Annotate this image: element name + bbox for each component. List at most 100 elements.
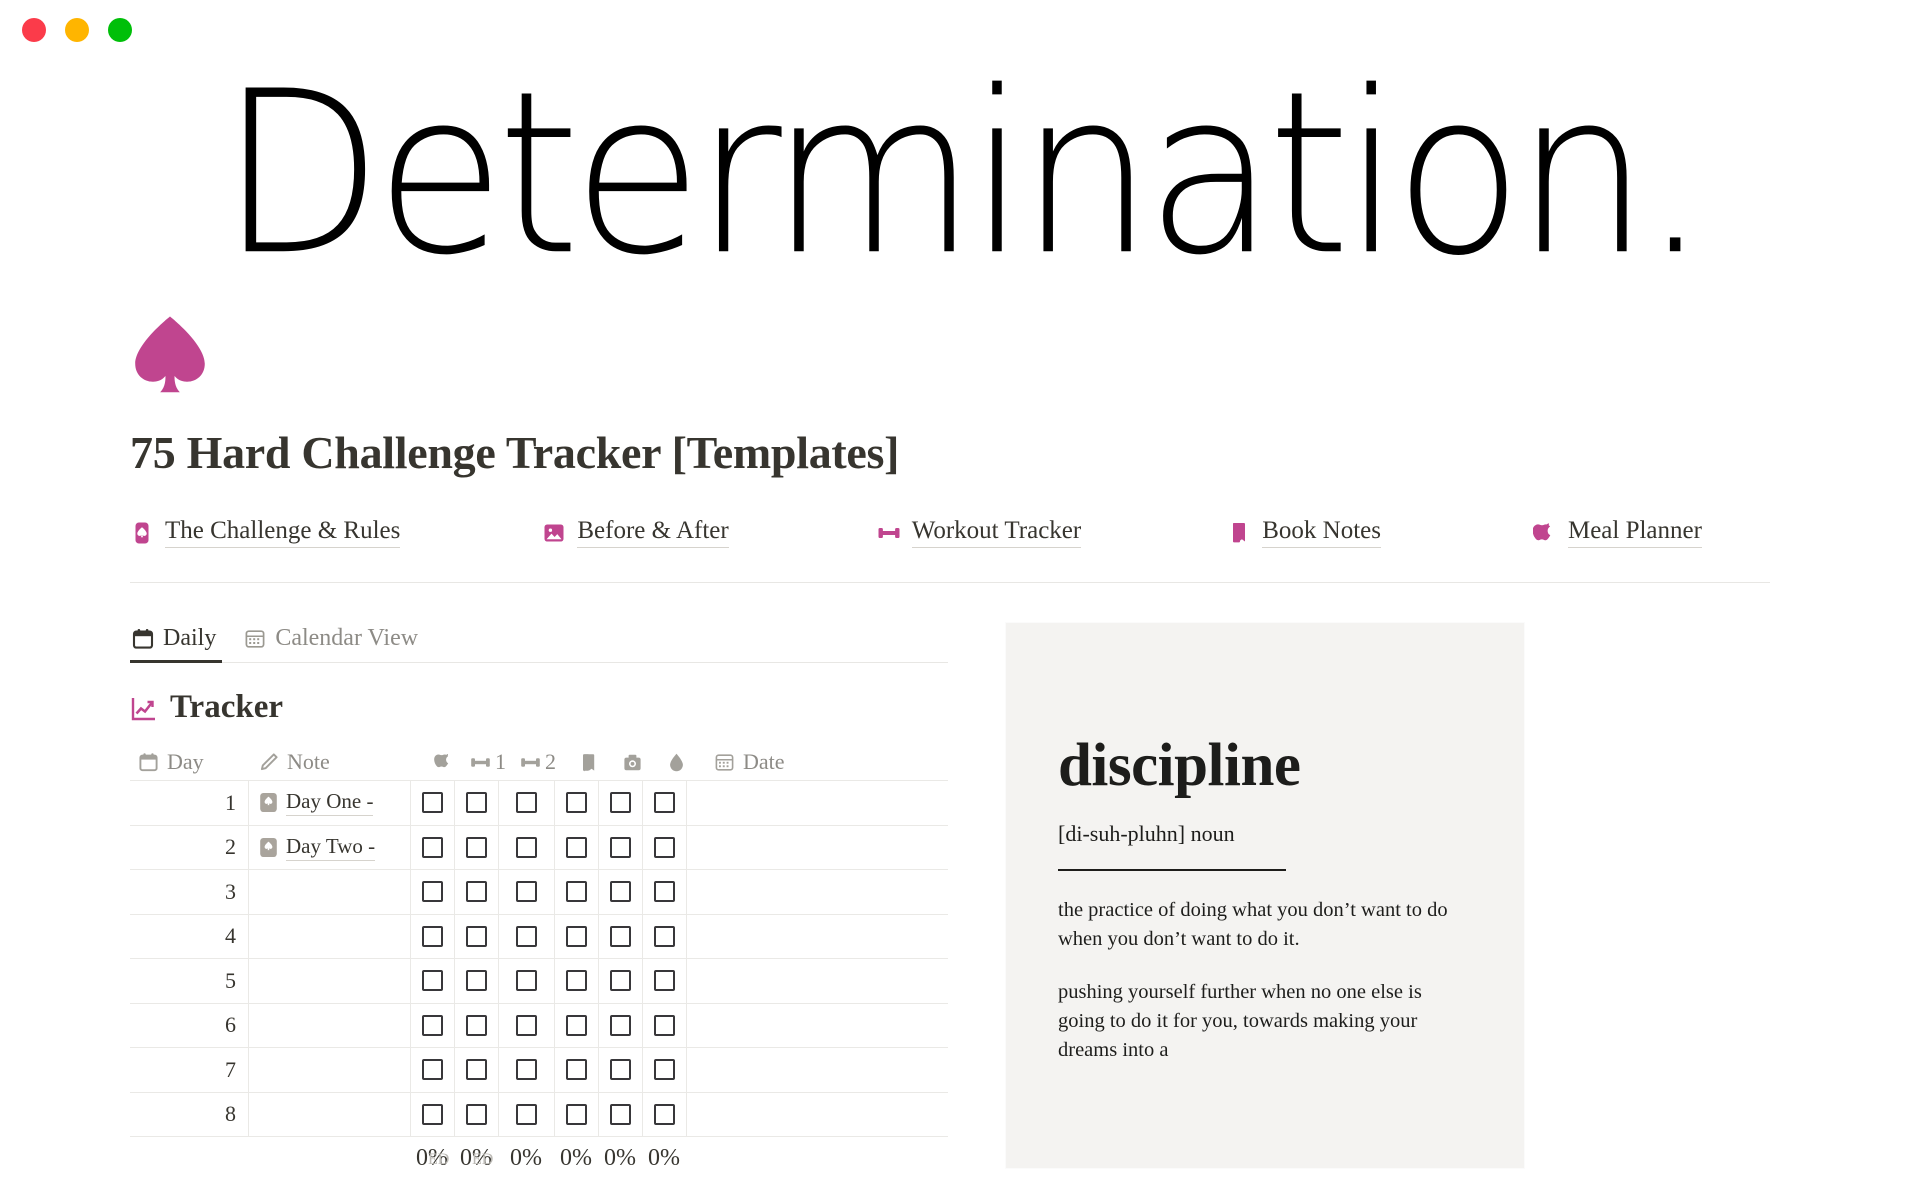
checkbox-workout-1[interactable] (466, 970, 487, 992)
checkbox-water[interactable] (654, 925, 675, 947)
checkbox-read[interactable] (566, 1103, 587, 1125)
footer-percent-water[interactable]: 0% (642, 1145, 686, 1172)
checkbox-workout-2[interactable] (516, 836, 537, 858)
checkbox-photo[interactable] (610, 1103, 631, 1125)
cell-read (554, 959, 598, 1003)
cell-note[interactable] (248, 870, 410, 914)
pencil-icon (258, 752, 279, 773)
checkbox-workout-2[interactable] (516, 925, 537, 947)
checkbox-workout-2[interactable] (516, 792, 537, 814)
cell-date[interactable] (686, 870, 872, 914)
checkbox-photo[interactable] (610, 925, 631, 947)
tab-daily[interactable]: Daily (130, 623, 223, 663)
table-row: 5 (130, 958, 948, 1003)
cell-note[interactable] (248, 1092, 410, 1136)
nav-link-meal-planner[interactable]: Meal Planner (1532, 517, 1702, 548)
window-minimize-button[interactable] (65, 18, 89, 42)
column-header-photo[interactable] (610, 752, 654, 773)
checkbox-workout-2[interactable] (516, 1103, 537, 1125)
checkbox-water[interactable] (654, 881, 675, 903)
checkbox-read[interactable] (566, 836, 587, 858)
checkbox-read[interactable] (566, 925, 587, 947)
cell-note[interactable]: Day Two - (248, 825, 410, 869)
checkbox-read[interactable] (566, 1014, 587, 1036)
nav-link-book-notes[interactable]: Book Notes (1227, 517, 1381, 548)
checkbox-workout-1[interactable] (466, 1014, 487, 1036)
cell-date[interactable] (686, 1048, 872, 1092)
checkbox-water[interactable] (654, 970, 675, 992)
checkbox-water[interactable] (654, 1014, 675, 1036)
checkbox-photo[interactable] (610, 792, 631, 814)
checkbox-diet[interactable] (422, 792, 443, 814)
column-header-workout-2[interactable]: 2 (510, 749, 566, 775)
checkbox-diet[interactable] (422, 836, 443, 858)
cell-note[interactable] (248, 1003, 410, 1047)
checkbox-water[interactable] (654, 792, 675, 814)
cell-workout-1 (454, 781, 498, 825)
cell-date[interactable] (686, 781, 872, 825)
checkbox-workout-1[interactable] (466, 881, 487, 903)
cell-date[interactable] (686, 1092, 872, 1136)
checkbox-photo[interactable] (610, 1059, 631, 1081)
checkbox-workout-1[interactable] (466, 1103, 487, 1125)
cell-note[interactable] (248, 914, 410, 958)
checkbox-workout-1[interactable] (466, 1059, 487, 1081)
cell-date[interactable] (686, 825, 872, 869)
tab-calendar-view[interactable]: Calendar View (242, 623, 424, 662)
checkbox-diet[interactable] (422, 1059, 443, 1081)
column-header-date[interactable]: Date (698, 749, 848, 775)
checkbox-diet[interactable] (422, 881, 443, 903)
checkbox-photo[interactable] (610, 970, 631, 992)
cell-date[interactable] (686, 1003, 872, 1047)
checkbox-photo[interactable] (610, 836, 631, 858)
discipline-definition-image[interactable]: discipline [di-suh-pluhn] noun the pract… (1006, 623, 1524, 1168)
column-header-water[interactable] (654, 752, 698, 773)
checkbox-read[interactable] (566, 1059, 587, 1081)
nav-link-workout-tracker[interactable]: Workout Tracker (877, 517, 1082, 548)
cell-workout-1 (454, 825, 498, 869)
footer-percent-photo[interactable]: 0% (598, 1145, 642, 1172)
window-maximize-button[interactable] (108, 18, 132, 42)
cell-water (642, 825, 686, 869)
cell-note[interactable]: Day One - (248, 781, 410, 825)
checkbox-photo[interactable] (610, 1014, 631, 1036)
cell-photo (598, 781, 642, 825)
checkbox-workout-1[interactable] (466, 925, 487, 947)
checkbox-water[interactable] (654, 836, 675, 858)
nav-link-the-challenge-rules[interactable]: The Challenge & Rules (130, 517, 401, 548)
cell-note[interactable] (248, 1048, 410, 1092)
checkbox-read[interactable] (566, 881, 587, 903)
checkbox-diet[interactable] (422, 970, 443, 992)
checkbox-read[interactable] (566, 970, 587, 992)
cell-water (642, 1003, 686, 1047)
cell-read (554, 825, 598, 869)
checkbox-workout-2[interactable] (516, 881, 537, 903)
checkbox-diet[interactable] (422, 925, 443, 947)
checkbox-workout-2[interactable] (516, 1014, 537, 1036)
column-header-note[interactable]: Note (248, 749, 410, 775)
column-header-read[interactable] (566, 752, 610, 773)
column-header-diet[interactable] (422, 752, 466, 773)
calendar-icon (132, 628, 154, 650)
checkbox-diet[interactable] (422, 1103, 443, 1125)
footer-percent-workout-2[interactable]: 0% (498, 1145, 554, 1172)
column-header-day[interactable]: Day (130, 749, 248, 775)
checkbox-workout-2[interactable] (516, 1059, 537, 1081)
checkbox-workout-2[interactable] (516, 970, 537, 992)
column-header-workout-1[interactable]: 1 (466, 749, 510, 775)
checkbox-diet[interactable] (422, 1014, 443, 1036)
spade-icon[interactable] (130, 314, 210, 396)
checkbox-workout-1[interactable] (466, 836, 487, 858)
cell-note[interactable] (248, 959, 410, 1003)
cell-date[interactable] (686, 959, 872, 1003)
checkbox-water[interactable] (654, 1103, 675, 1125)
checkbox-workout-1[interactable] (466, 792, 487, 814)
footer-percent-read[interactable]: 0% (554, 1145, 598, 1172)
window-close-button[interactable] (22, 18, 46, 42)
checkbox-water[interactable] (654, 1059, 675, 1081)
checkbox-read[interactable] (566, 792, 587, 814)
cell-date[interactable] (686, 914, 872, 958)
cell-photo (598, 870, 642, 914)
checkbox-photo[interactable] (610, 881, 631, 903)
nav-link-before-after[interactable]: Before & After (542, 517, 729, 548)
